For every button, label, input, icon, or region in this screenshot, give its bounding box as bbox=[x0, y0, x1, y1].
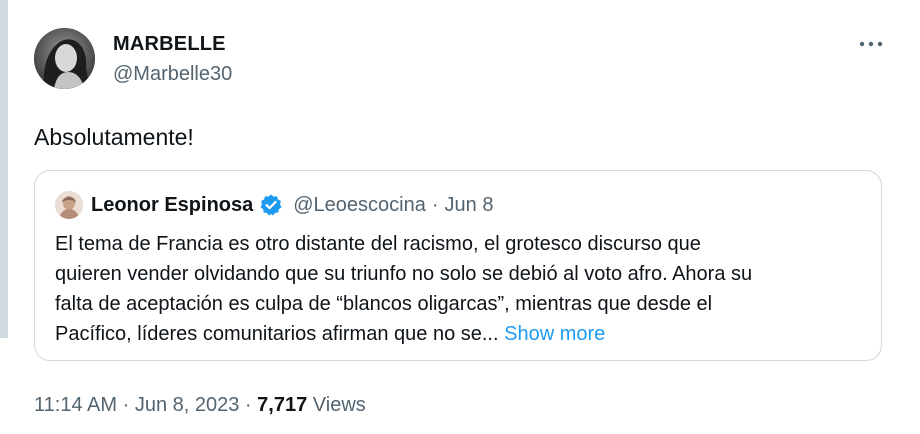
tweet-detail: MARBELLE @Marbelle30 Absolutamente! Leon… bbox=[0, 0, 920, 434]
quote-author-avatar[interactable] bbox=[55, 191, 83, 219]
quote-body: El tema de Francia es otro distante del … bbox=[55, 229, 875, 349]
show-more-link[interactable]: Show more bbox=[504, 323, 605, 345]
views-label: Views bbox=[312, 394, 366, 416]
tweet-date[interactable]: Jun 8, 2023 bbox=[135, 394, 240, 416]
verified-badge-icon bbox=[259, 193, 283, 217]
tweet-metadata: 11:14 AM · Jun 8, 2023 · 7,717 Views bbox=[34, 392, 366, 418]
separator-dot: · bbox=[244, 394, 252, 416]
quote-body-line: quieren vender olvidando que su triunfo … bbox=[55, 263, 753, 285]
tweet-time[interactable]: 11:14 AM bbox=[34, 394, 117, 416]
more-horizontal-icon[interactable] bbox=[858, 34, 884, 54]
quote-body-line: falta de aceptación es culpa de “blancos… bbox=[55, 293, 713, 315]
quote-date[interactable]: Jun 8 bbox=[445, 192, 494, 218]
quote-body-line: El tema de Francia es otro distante del … bbox=[55, 233, 701, 255]
quote-header: Leonor Espinosa @Leoescocina · Jun 8 bbox=[91, 192, 493, 218]
scroll-rail bbox=[0, 0, 8, 338]
separator-dot: · bbox=[122, 394, 130, 416]
quote-body-line: Pacífico, líderes comunitarios afirman q… bbox=[55, 319, 875, 349]
author-avatar[interactable] bbox=[34, 28, 95, 89]
quote-body-line-text: Pacífico, líderes comunitarios afirman q… bbox=[55, 323, 505, 345]
separator-dot: · bbox=[431, 194, 439, 216]
quote-author-name[interactable]: Leonor Espinosa bbox=[91, 192, 253, 218]
quoted-tweet-card[interactable]: Leonor Espinosa @Leoescocina · Jun 8 El … bbox=[34, 170, 882, 361]
quote-author-handle[interactable]: @Leoescocina bbox=[293, 192, 426, 218]
tweet-text: Absolutamente! bbox=[34, 124, 194, 150]
author-name[interactable]: MARBELLE bbox=[113, 32, 226, 56]
views-count: 7,717 bbox=[257, 394, 308, 416]
author-handle[interactable]: @Marbelle30 bbox=[113, 62, 232, 86]
